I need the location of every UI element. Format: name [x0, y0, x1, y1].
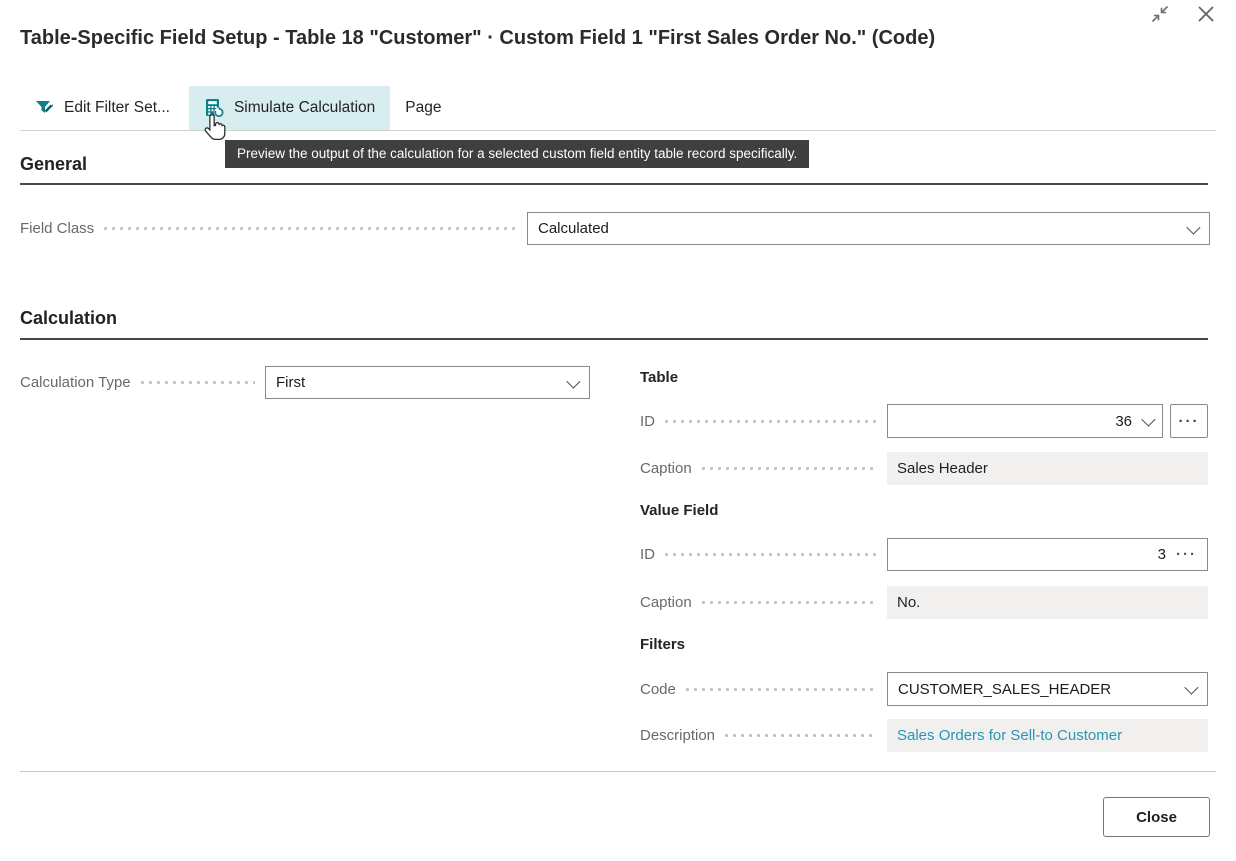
value-field-id-label: ID [640, 546, 655, 563]
dialog-titlebar: Table-Specific Field Setup - Table 18 "C… [20, 22, 1216, 54]
close-icon[interactable] [1194, 2, 1218, 26]
filter-code-value: CUSTOMER_SALES_HEADER [898, 681, 1111, 698]
value-field-caption-value: No. [897, 594, 920, 611]
dotted-leader [665, 420, 877, 423]
table-id-lookup-button[interactable]: ··· [1170, 404, 1208, 438]
field-class-label: Field Class [20, 220, 94, 237]
close-button-label: Close [1136, 809, 1177, 826]
ellipsis-icon[interactable]: ··· [1176, 547, 1197, 562]
filters-group-title: Filters [640, 636, 685, 653]
simulate-calculation-label: Simulate Calculation [234, 99, 375, 117]
value-field-caption-row: Caption No. [640, 586, 1208, 619]
calculation-type-row: Calculation Type First [20, 366, 590, 399]
field-class-select[interactable]: Calculated [527, 212, 1210, 245]
dotted-leader [141, 381, 255, 384]
page-title: Table-Specific Field Setup - Table 18 "C… [20, 27, 935, 50]
dotted-leader [104, 227, 517, 230]
calculator-refresh-icon [204, 98, 225, 119]
table-caption-value: Sales Header [897, 460, 988, 477]
table-caption-label: Caption [640, 460, 692, 477]
page-menu-button[interactable]: Page [390, 86, 456, 130]
dotted-leader [702, 467, 877, 470]
calculation-type-select[interactable]: First [265, 366, 590, 399]
chevron-down-icon [566, 374, 580, 388]
chevron-down-icon [1184, 681, 1198, 695]
collapse-arrows-icon[interactable] [1148, 2, 1172, 26]
dotted-leader [702, 601, 877, 604]
table-caption-row: Caption Sales Header [640, 452, 1208, 485]
dotted-leader [686, 688, 877, 691]
simulate-calculation-button[interactable]: Simulate Calculation [189, 86, 390, 130]
close-button[interactable]: Close [1103, 797, 1210, 837]
filter-edit-icon [35, 99, 55, 118]
value-field-id-input[interactable]: 3 ··· [887, 538, 1208, 571]
value-field-caption-label: Caption [640, 594, 692, 611]
filter-code-select[interactable]: CUSTOMER_SALES_HEADER [887, 672, 1208, 706]
ellipsis-icon: ··· [1179, 414, 1200, 429]
value-field-group-title: Value Field [640, 502, 718, 519]
action-toolbar: Edit Filter Set... Simulate Calculation … [20, 86, 1216, 131]
table-specific-field-setup-dialog: Table-Specific Field Setup - Table 18 "C… [0, 0, 1236, 861]
table-id-label: ID [640, 413, 655, 430]
general-section-title: General [20, 154, 87, 175]
value-field-id-row: ID 3 ··· [640, 538, 1208, 571]
filter-description-field: Sales Orders for Sell-to Customer [887, 719, 1208, 752]
filter-code-label: Code [640, 681, 676, 698]
calculation-type-value: First [276, 374, 305, 391]
simulate-calculation-tooltip: Preview the output of the calculation fo… [225, 140, 809, 168]
footer-divider [20, 771, 1216, 772]
table-id-select[interactable]: 36 [887, 404, 1163, 438]
table-id-value: 36 [1115, 413, 1132, 430]
field-class-row: Field Class Calculated [20, 212, 1210, 245]
calculation-type-label: Calculation Type [20, 374, 131, 391]
filter-description-value[interactable]: Sales Orders for Sell-to Customer [897, 727, 1122, 744]
field-class-value: Calculated [538, 220, 609, 237]
dotted-leader [725, 734, 877, 737]
table-group-title: Table [640, 369, 678, 386]
chevron-down-icon [1186, 220, 1200, 234]
general-section-rule [20, 183, 1208, 185]
dotted-leader [665, 553, 877, 556]
calculation-section-rule [20, 338, 1208, 340]
value-field-id-value: 3 [1158, 546, 1166, 563]
filter-code-row: Code CUSTOMER_SALES_HEADER [640, 672, 1208, 706]
chevron-down-icon [1141, 413, 1155, 427]
table-id-row: ID 36 ··· [640, 404, 1208, 438]
table-caption-field: Sales Header [887, 452, 1208, 485]
edit-filter-set-button[interactable]: Edit Filter Set... [20, 86, 185, 130]
filter-description-row: Description Sales Orders for Sell-to Cus… [640, 719, 1208, 752]
filter-description-label: Description [640, 727, 715, 744]
calculation-section-title: Calculation [20, 308, 117, 329]
edit-filter-set-label: Edit Filter Set... [64, 99, 170, 117]
value-field-caption-field: No. [887, 586, 1208, 619]
page-menu-label: Page [405, 99, 441, 117]
